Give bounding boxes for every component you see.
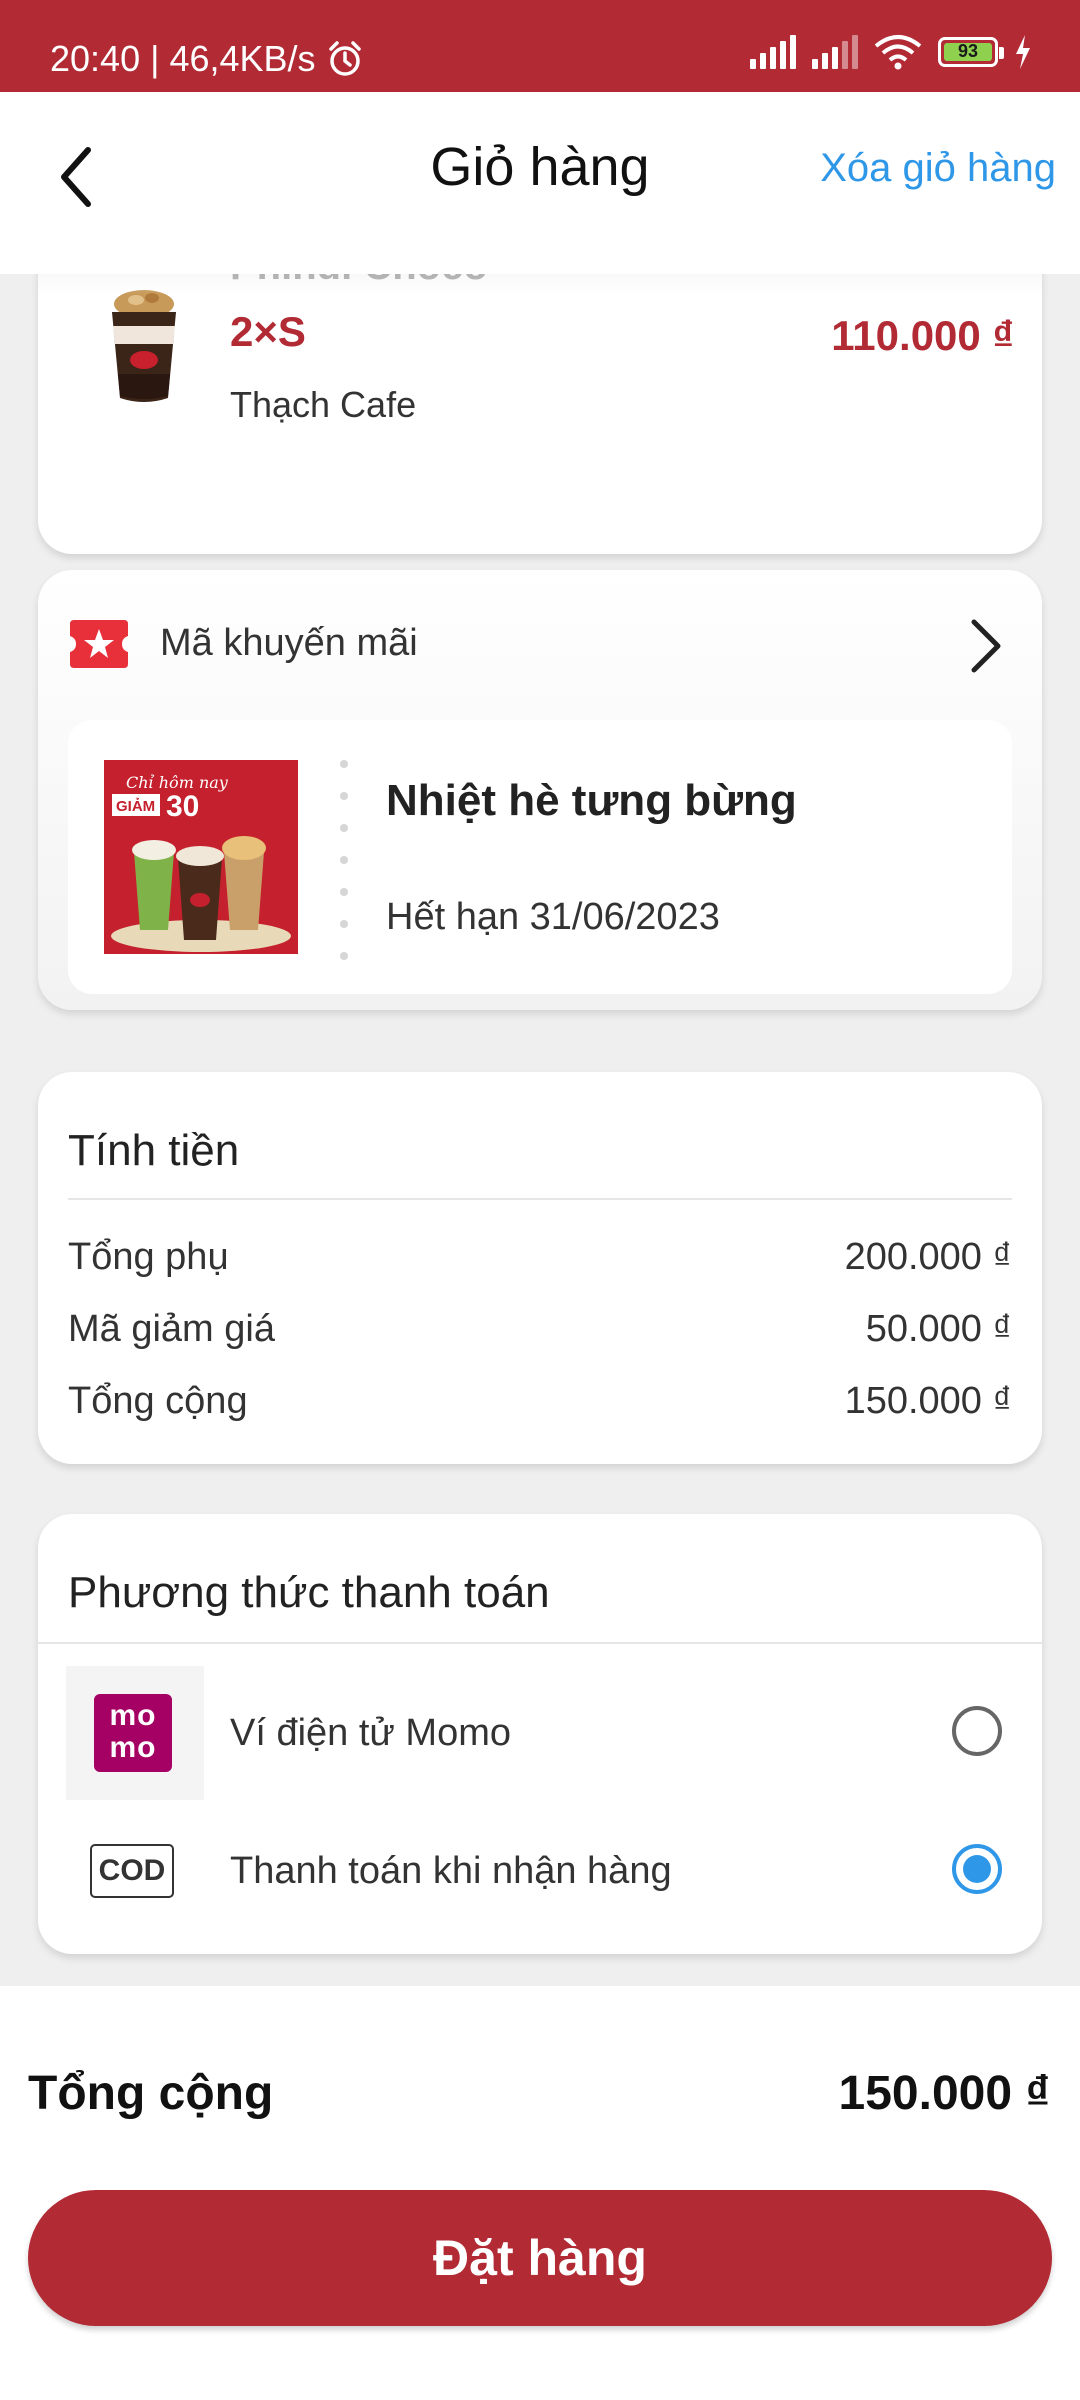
charging-icon	[1016, 35, 1030, 69]
battery-icon: 93	[938, 37, 1004, 67]
bill-summary-card: Tính tiền Tổng phụ 200.000 ₫ Mã giảm giá…	[38, 1072, 1042, 1464]
total-value: 150.000 ₫	[844, 1380, 1012, 1422]
checkout-bar: Tổng cộng 150.000 ₫ Đặt hàng	[0, 1986, 1080, 2400]
ticket-star-icon	[70, 620, 128, 668]
voucher-image-badge: GIẢM	[116, 798, 155, 815]
voucher-title: Nhiệt hè tưng bừng	[386, 776, 797, 825]
drink-thumbnail	[112, 290, 176, 402]
voucher-ticket[interactable]: Chỉ hôm nay GIẢM 30 Nhiệt hè tưng bừng H…	[68, 720, 1012, 994]
voucher-image-percent: 30	[166, 790, 199, 823]
clear-cart-button[interactable]: Xóa giỏ hàng	[820, 146, 1056, 191]
momo-logo-box: mo mo	[66, 1666, 204, 1800]
item-topping: Thạch Cafe	[230, 384, 417, 425]
item-name: Phindi Choco	[230, 274, 488, 289]
chevron-right-icon[interactable]	[966, 616, 1006, 676]
promo-card[interactable]: Mã khuyến mãi Chỉ hôm nay GIẢM 30 Nhiệt …	[38, 570, 1042, 1010]
voucher-expiry: Hết hạn 31/06/2023	[386, 896, 720, 938]
divider	[68, 1198, 1012, 1200]
divider	[38, 1642, 1042, 1644]
status-right: 93	[750, 34, 1032, 70]
cod-radio[interactable]	[952, 1844, 1002, 1894]
battery-level: 93	[957, 41, 979, 61]
item-size-quantity: 2×S	[230, 308, 306, 355]
cell-signal-1-icon	[750, 35, 796, 69]
item-price: 110.000 ₫	[831, 312, 1014, 359]
bill-title: Tính tiền	[68, 1126, 240, 1175]
payment-option-cod[interactable]: COD Thanh toán khi nhận hàng	[38, 1802, 1042, 1940]
status-left: 20:40 | 46,4KB/s	[50, 38, 364, 80]
voucher-perforation	[340, 760, 348, 960]
cod-logo-box: COD	[66, 1804, 204, 1938]
app-header: Giỏ hàng Xóa giỏ hàng	[0, 92, 1080, 274]
payment-option-label: Thanh toán khi nhận hàng	[230, 1850, 672, 1892]
footer-total-label: Tổng cộng	[28, 2067, 274, 2120]
footer-total-value: 150.000 ₫	[838, 2067, 1050, 2120]
payment-option-label: Ví điện tử Momo	[230, 1712, 511, 1754]
discount-value: 50.000 ₫	[865, 1308, 1012, 1350]
cart-content[interactable]: Phindi Choco 2×S 110.000 ₫ Thạch Cafe Mã…	[0, 274, 1080, 1986]
voucher-image: Chỉ hôm nay GIẢM 30	[104, 760, 298, 954]
alarm-icon	[328, 41, 361, 76]
payment-method-card: Phương thức thanh toán mo mo Ví điện tử M…	[38, 1514, 1042, 1954]
discount-label: Mã giảm giá	[68, 1308, 275, 1350]
cart-item-card[interactable]: Phindi Choco 2×S 110.000 ₫ Thạch Cafe	[38, 274, 1042, 554]
promo-label: Mã khuyến mãi	[160, 622, 418, 664]
cell-signal-2-icon	[812, 35, 858, 69]
payment-title: Phương thức thanh toán	[68, 1568, 550, 1617]
status-time-speed: 20:40 | 46,4KB/s	[50, 38, 316, 79]
place-order-button[interactable]: Đặt hàng	[28, 2190, 1052, 2326]
payment-option-momo[interactable]: mo mo Ví điện tử Momo	[38, 1664, 1042, 1802]
wifi-icon	[874, 35, 922, 70]
cod-logo-icon: COD	[90, 1844, 174, 1898]
total-label: Tổng cộng	[68, 1380, 248, 1422]
momo-radio[interactable]	[952, 1706, 1002, 1756]
voucher-promo-graphic: Chỉ hôm nay GIẢM 30	[104, 760, 298, 954]
subtotal-value: 200.000 ₫	[844, 1236, 1012, 1278]
scroll-fade	[38, 274, 1042, 294]
subtotal-label: Tổng phụ	[68, 1236, 229, 1278]
momo-logo-icon: mo mo	[94, 1694, 172, 1772]
status-bar: 20:40 | 46,4KB/s 93	[0, 0, 1080, 92]
